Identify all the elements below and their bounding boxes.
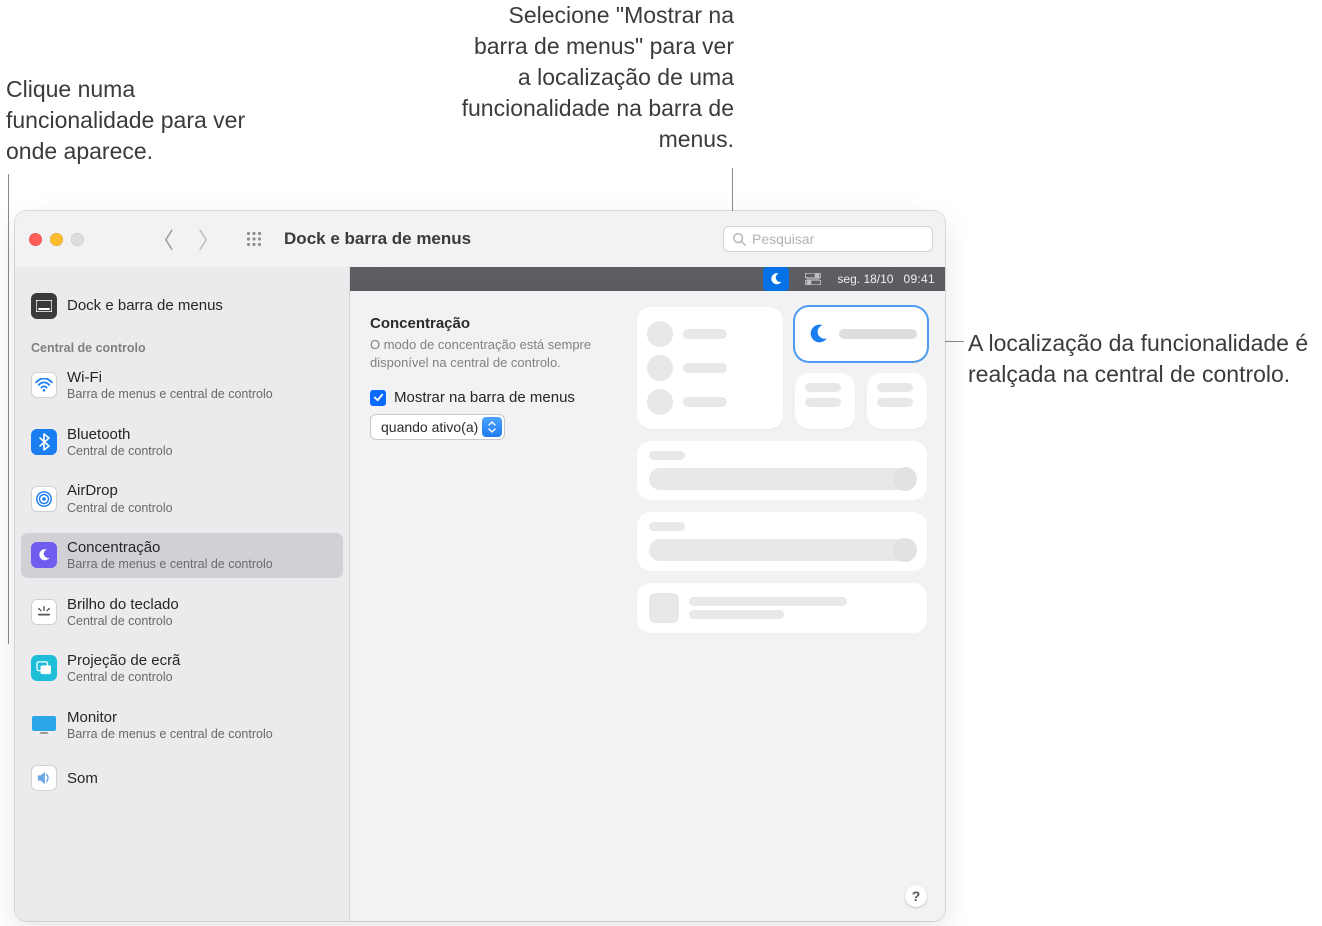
help-button[interactable]: ? [905, 885, 927, 907]
fullscreen-window-button [71, 233, 84, 246]
annotation-right: A localização da funcionalidade é realça… [968, 328, 1318, 390]
detail-form: Concentração O modo de concentração está… [370, 315, 620, 440]
bluetooth-icon [31, 429, 57, 455]
checkbox-label: Mostrar na barra de menus [394, 389, 575, 406]
moon-icon [31, 542, 57, 568]
annotation-top: Selecione "Mostrar na barra de menus" pa… [456, 0, 734, 155]
select-value: quando ativo(a) [381, 419, 478, 435]
cc-slider-row [637, 512, 927, 571]
control-center-preview [637, 307, 927, 633]
when-active-select[interactable]: quando ativo(a) [370, 414, 505, 440]
search-input[interactable]: Pesquisar [723, 226, 933, 252]
sound-icon [31, 765, 57, 791]
sidebar-item-sound[interactable]: Som [21, 759, 343, 797]
sidebar-item-sublabel: Barra de menus e central de controlo [67, 727, 273, 741]
nav-back-button[interactable]: 〈 [152, 223, 174, 255]
cc-card-focus-highlighted [795, 307, 927, 361]
close-window-button[interactable] [29, 233, 42, 246]
sidebar-item-label: Wi-Fi [67, 369, 273, 386]
keyboard-brightness-icon [31, 599, 57, 625]
sidebar-item-label: Projeção de ecrã [67, 652, 180, 669]
annotation-left-line [8, 174, 9, 644]
menubar-date: seg. 18/10 [837, 272, 893, 286]
content-pane: seg. 18/10 09:41 Concentração O modo de … [350, 267, 945, 921]
annotation-left: Clique numa funcionalidade para ver onde… [6, 74, 266, 167]
screen-mirroring-icon [31, 655, 57, 681]
sidebar-item-sublabel: Central de controlo [67, 614, 179, 628]
menubar-focus-icon [763, 267, 789, 291]
display-icon [31, 712, 57, 738]
sidebar-item-label: AirDrop [67, 482, 173, 499]
sidebar-item-screen-mirroring[interactable]: Projeção de ecrã Central de controlo [21, 646, 343, 691]
show-all-prefs-button[interactable] [246, 231, 262, 247]
sidebar-item-label: Dock e barra de menus [67, 297, 223, 314]
sidebar-item-dock[interactable]: Dock e barra de menus [21, 287, 343, 325]
prefs-window: 〈 〉 Dock e barra de menus Pesquisar [15, 211, 945, 921]
dock-icon [31, 293, 57, 319]
window-controls [29, 233, 84, 246]
sidebar-item-sublabel: Central de controlo [67, 501, 173, 515]
cc-tile [867, 373, 927, 429]
window-title: Dock e barra de menus [284, 229, 471, 249]
checkbox-checked-icon [370, 390, 386, 406]
sidebar-item-label: Brilho do teclado [67, 596, 179, 613]
cc-slider-row [637, 441, 927, 500]
menubar-preview: seg. 18/10 09:41 [350, 267, 945, 291]
sidebar-item-sublabel: Central de controlo [67, 444, 173, 458]
sidebar-item-label: Som [67, 770, 98, 787]
search-placeholder: Pesquisar [752, 231, 814, 247]
toolbar: 〈 〉 Dock e barra de menus Pesquisar [15, 211, 945, 267]
nav-forward-button[interactable]: 〉 [198, 223, 220, 255]
wifi-icon [31, 372, 57, 398]
sidebar-item-label: Bluetooth [67, 426, 173, 443]
minimize-window-button[interactable] [50, 233, 63, 246]
sidebar-item-bluetooth[interactable]: Bluetooth Central de controlo [21, 420, 343, 465]
search-icon [732, 232, 746, 246]
sidebar-item-airdrop[interactable]: AirDrop Central de controlo [21, 476, 343, 521]
sidebar-item-label: Concentração [67, 539, 273, 556]
cc-media-row [637, 583, 927, 633]
detail-description: O modo de concentração está sempre dispo… [370, 336, 620, 371]
airdrop-icon [31, 486, 57, 512]
sidebar-item-keyboard-brightness[interactable]: Brilho do teclado Central de controlo [21, 590, 343, 635]
sidebar-item-label: Monitor [67, 709, 273, 726]
sidebar-item-wifi[interactable]: Wi-Fi Barra de menus e central de contro… [21, 363, 343, 408]
sidebar-item-sublabel: Barra de menus e central de controlo [67, 387, 273, 401]
sidebar-item-display[interactable]: Monitor Barra de menus e central de cont… [21, 703, 343, 748]
cc-tile [795, 373, 855, 429]
sidebar-item-sublabel: Central de controlo [67, 670, 180, 684]
detail-title: Concentração [370, 315, 620, 332]
menubar-time: 09:41 [903, 272, 935, 286]
sidebar: Dock e barra de menus Central de control… [15, 267, 350, 921]
cc-card-connectivity [637, 307, 783, 429]
moon-icon [805, 321, 831, 347]
show-in-menubar-checkbox[interactable]: Mostrar na barra de menus [370, 389, 620, 406]
sidebar-section-header: Central de controlo [15, 327, 349, 361]
sidebar-item-sublabel: Barra de menus e central de controlo [67, 557, 273, 571]
sidebar-item-focus[interactable]: Concentração Barra de menus e central de… [21, 533, 343, 578]
chevron-updown-icon [482, 417, 502, 437]
menubar-control-center-icon [799, 267, 827, 291]
nav-back-forward: 〈 〉 [152, 223, 220, 255]
